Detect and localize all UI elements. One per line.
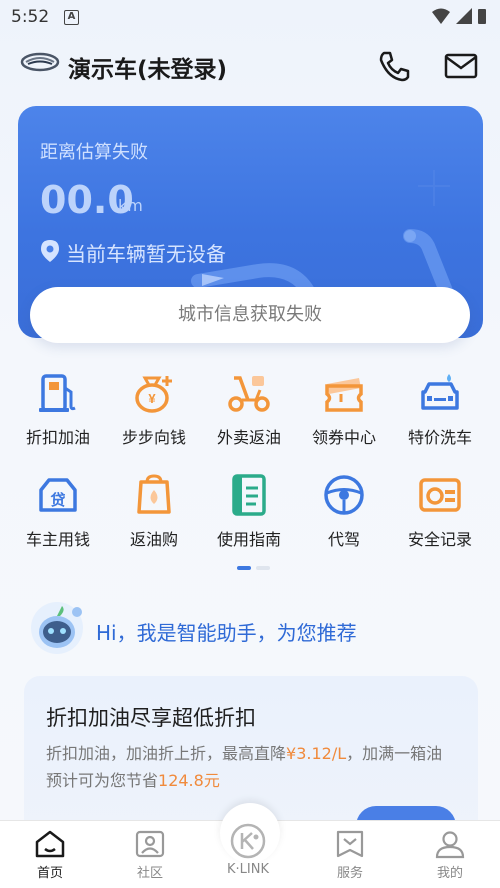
car-title[interactable]: 演示车(未登录) [68, 50, 227, 84]
service-label: 步步向钱 [121, 428, 186, 447]
service-label: 安全记录 [407, 530, 472, 549]
service-designated-driver[interactable]: 代驾 [294, 472, 394, 550]
community-icon [135, 830, 165, 858]
service-label: 使用指南 [216, 530, 281, 549]
service-car-wash[interactable]: 特价洗车 [390, 370, 490, 448]
battery-icon [478, 9, 486, 24]
nav-label: 服务 [336, 866, 363, 881]
phone-button[interactable] [376, 48, 412, 84]
nav-klink[interactable]: K·LINK [208, 823, 288, 877]
notification-icon: A [64, 10, 79, 25]
device-status-text: 当前车辆暂无设备 [66, 242, 226, 266]
fuel-pump-icon [39, 374, 76, 412]
svg-text:贷: 贷 [50, 491, 65, 509]
steering-wheel-icon [324, 475, 364, 515]
location-pin-icon [41, 240, 59, 262]
home-icon [35, 830, 65, 858]
svg-text:¥: ¥ [148, 391, 156, 406]
assistant-robot-icon [31, 602, 83, 654]
service-label: 外卖返油 [216, 428, 281, 447]
status-icons [430, 7, 488, 31]
service-takeout-fuel[interactable]: 外卖返油 [199, 370, 299, 448]
page-indicator-inactive [256, 566, 271, 570]
nav-label: 首页 [36, 866, 63, 881]
scooter-icon [228, 376, 270, 412]
loan-icon: 贷 [39, 478, 77, 512]
phone-icon [379, 51, 410, 82]
money-bag-icon: ¥ [135, 376, 172, 413]
page-indicator-active [237, 566, 251, 570]
service-icon [336, 830, 364, 858]
klink-icon [230, 823, 266, 859]
nav-label: 社区 [136, 866, 163, 881]
status-time: 5:52 [11, 7, 50, 27]
mail-icon [444, 53, 478, 79]
bottom-navigation: 首页 社区 K·LINK 服务 我的 [0, 803, 500, 888]
trip-estimate-label: 距离估算失败 [40, 142, 148, 163]
promo-description: 折扣加油，加油折上折，最高直降¥3.12/L，加满一箱油预计可为您节省124.8… [46, 744, 443, 790]
city-info-pill[interactable]: 城市信息获取失败 [30, 287, 470, 343]
trip-distance-unit: km [118, 196, 143, 215]
car-wash-icon [421, 374, 459, 410]
service-coupon-center[interactable]: 领券中心 [294, 370, 394, 448]
nav-community[interactable]: 社区 [110, 829, 190, 881]
assistant-greeting: Hi，我是智能助手，为您推荐 [96, 621, 357, 645]
service-label: 领券中心 [311, 428, 376, 447]
service-owner-loan[interactable]: 贷 车主用钱 [8, 472, 108, 550]
dashcam-icon [419, 478, 461, 512]
service-oil-purchase[interactable]: 返油购 [104, 472, 204, 550]
nav-service[interactable]: 服务 [310, 829, 390, 881]
nav-home[interactable]: 首页 [10, 829, 90, 881]
service-label: 返油购 [129, 530, 178, 549]
status-bar: 5:52 A [0, 0, 500, 36]
message-button[interactable] [442, 48, 480, 84]
header: 演示车(未登录) [0, 36, 500, 96]
savings-amount: 124.8元 [158, 771, 220, 790]
coupon-icon [325, 378, 363, 412]
service-label: 代驾 [327, 530, 360, 549]
service-user-guide[interactable]: 使用指南 [199, 472, 299, 550]
service-label: 折扣加油 [25, 428, 90, 447]
guide-book-icon [232, 474, 266, 516]
nav-label: K·LINK [227, 862, 269, 877]
service-label: 车主用钱 [25, 530, 90, 549]
wifi-icon [432, 8, 450, 24]
nav-label: 我的 [436, 866, 463, 881]
service-discount-fuel[interactable]: 折扣加油 [8, 370, 108, 448]
service-label: 特价洗车 [407, 428, 472, 447]
promo-title: 折扣加油尽享超低折扣 [46, 706, 256, 730]
page-indicator [237, 566, 271, 585]
service-step-money[interactable]: ¥ 步步向钱 [104, 370, 204, 448]
oil-shopping-icon [137, 474, 171, 514]
service-safety-record[interactable]: 安全记录 [390, 472, 490, 550]
nav-mine[interactable]: 我的 [410, 829, 490, 881]
brand-logo-icon [20, 50, 60, 74]
discount-price: ¥3.12/L [286, 744, 347, 763]
signal-icon [456, 8, 472, 24]
profile-icon [435, 831, 465, 859]
